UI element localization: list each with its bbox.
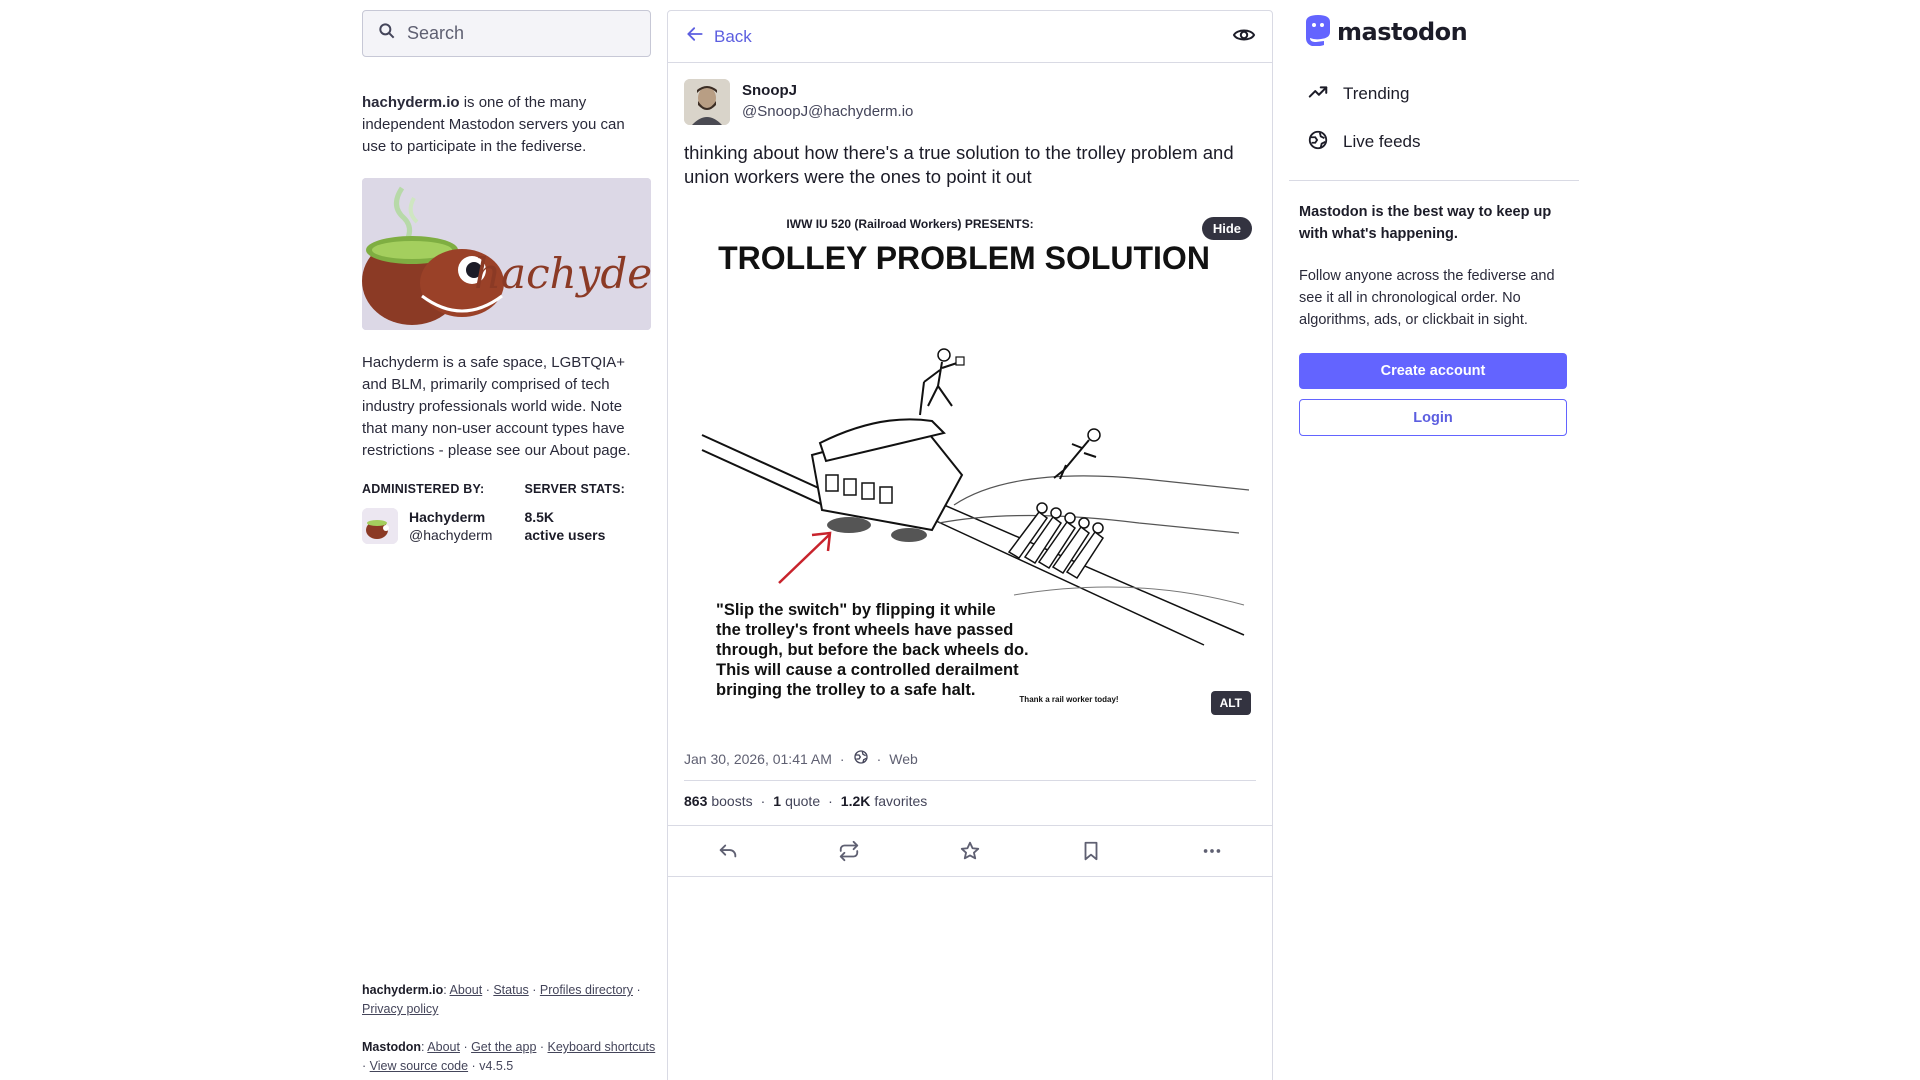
status-application: Web <box>889 750 918 767</box>
back-button[interactable]: Back <box>685 24 752 49</box>
quotes-label: quote <box>785 793 821 809</box>
server-info: ADMINISTERED BY: Hachyderm @hachyderm SE… <box>362 482 651 544</box>
footer-about-link[interactable]: About <box>450 983 483 997</box>
nav-item-live-feeds[interactable]: Live feeds <box>1289 118 1579 166</box>
star-icon[interactable] <box>950 831 990 871</box>
trending-icon <box>1307 81 1329 108</box>
column-header: Back <box>668 11 1272 63</box>
reply-icon[interactable] <box>708 831 748 871</box>
quotes-count: 1 <box>773 793 782 809</box>
mastodon-wordmark: mastodon <box>1337 18 1468 46</box>
status-detail: SnoopJ @SnoopJ@hachyderm.io thinking abo… <box>668 63 1272 877</box>
back-arrow-icon <box>685 24 705 49</box>
media-pretitle: IWW IU 520 (Railroad Workers) PRESENTS: <box>786 217 1033 231</box>
mastodon-logo-icon <box>1303 14 1333 50</box>
boost-icon[interactable] <box>829 831 869 871</box>
media-title: TROLLEY PROBLEM SOLUTION <box>718 240 1210 276</box>
footer-status-link[interactable]: Status <box>493 983 528 997</box>
administered-by-label: ADMINISTERED BY: <box>362 482 485 496</box>
promo-title: Mastodon is the best way to keep up with… <box>1299 204 1552 242</box>
back-label: Back <box>714 26 752 46</box>
mastodon-logo[interactable]: mastodon <box>1289 10 1579 54</box>
status-action-bar <box>668 825 1272 877</box>
footer-get-app-link[interactable]: Get the app <box>471 1040 536 1054</box>
trolley-comic-image: IWW IU 520 (Railroad Workers) PRESENTS: … <box>684 205 1258 727</box>
media-caption-line: through, but before the back wheels do. <box>716 641 1029 659</box>
banner-wordmark: hachyderm <box>474 249 651 298</box>
footer: hachyderm.io: About · Status · Profiles … <box>362 981 662 1076</box>
favorites-count-link[interactable]: 1.2K favorites <box>841 793 928 809</box>
boosts-count: 863 <box>684 793 708 809</box>
nav-trending-label: Trending <box>1343 84 1410 103</box>
search-icon <box>377 21 397 46</box>
meta-separator: · <box>839 750 845 767</box>
administered-by: ADMINISTERED BY: Hachyderm @hachyderm <box>362 482 492 544</box>
nav-item-trending[interactable]: Trending <box>1289 70 1579 118</box>
signup-promo: Mastodon is the best way to keep up with… <box>1289 181 1579 436</box>
search-input[interactable]: Search <box>407 23 464 44</box>
globe-icon <box>1307 129 1329 156</box>
promo-text: Follow anyone across the fediverse and s… <box>1299 268 1555 328</box>
counts-separator: · <box>760 793 766 809</box>
avatar[interactable] <box>684 79 730 125</box>
footer-view-source-link[interactable]: View source code <box>370 1059 468 1073</box>
quotes-count-link[interactable]: 1 quote <box>773 793 820 809</box>
counts-separator: · <box>828 793 833 809</box>
active-users-label: active users <box>524 527 606 543</box>
nav-live-feeds-label: Live feeds <box>1343 132 1421 151</box>
footer-version: v4.5.5 <box>479 1059 514 1073</box>
alt-text-button[interactable]: ALT <box>1210 691 1251 715</box>
globe-icon <box>853 749 869 768</box>
eye-icon[interactable] <box>1232 23 1256 51</box>
login-button[interactable]: Login <box>1299 399 1567 436</box>
footer-server-label: hachyderm.io <box>362 983 444 997</box>
boosts-label: boosts <box>711 793 753 809</box>
navigation: Trending Live feeds <box>1289 70 1579 166</box>
status-column: Back SnoopJ @SnoopJ@hachyderm.io thinkin… <box>667 10 1273 1080</box>
avatar[interactable] <box>362 508 398 544</box>
footer-privacy-policy-link[interactable]: Privacy policy <box>362 1002 438 1016</box>
footer-profiles-directory-link[interactable]: Profiles directory <box>540 983 633 997</box>
bookmark-icon[interactable] <box>1071 831 1111 871</box>
right-sidebar: mastodon Trending Live feeds Mastodon is… <box>1289 10 1579 436</box>
active-users-count: 8.5K <box>524 509 555 525</box>
favorites-count: 1.2K <box>840 793 871 809</box>
media-caption-line: "Slip the switch" by flipping it while <box>716 601 996 619</box>
footer-mastodon-about-link[interactable]: About <box>427 1040 460 1054</box>
status-meta: Jan 30, 2026, 01:41 AM · · Web <box>684 749 1256 781</box>
admin-account[interactable]: Hachyderm @hachyderm <box>362 508 492 544</box>
mastodon-links: Mastodon: About · Get the app · Keyboard… <box>362 1040 656 1073</box>
author-handle: @SnoopJ@hachyderm.io <box>742 103 914 120</box>
search-box[interactable]: Search <box>362 10 651 57</box>
footer-keyboard-shortcuts-link[interactable]: Keyboard shortcuts <box>548 1040 656 1054</box>
media-attachment[interactable]: IWW IU 520 (Railroad Workers) PRESENTS: … <box>684 205 1258 727</box>
media-caption-line: bringing the trolley to a safe halt. <box>716 681 975 699</box>
server-domain: hachyderm.io <box>362 94 460 111</box>
server-about: hachyderm.io is one of the many independ… <box>362 92 651 158</box>
left-sidebar: Search hachyderm.io is one of the many i… <box>362 10 651 544</box>
server-links: hachyderm.io: About · Status · Profiles … <box>362 983 641 1016</box>
more-icon[interactable] <box>1192 831 1232 871</box>
footer-mastodon-label: Mastodon <box>362 1040 422 1054</box>
media-thanks: Thank a rail worker today! <box>1019 695 1118 704</box>
boosts-count-link[interactable]: 863 boosts <box>684 793 753 809</box>
media-caption-line: the trolley's front wheels have passed <box>716 621 1013 639</box>
server-description: Hachyderm is a safe space, LGBTQIA+ and … <box>362 354 631 459</box>
status-content: thinking about how there's a true soluti… <box>684 142 1234 187</box>
admin-name[interactable]: Hachyderm <box>409 508 492 526</box>
server-stats-label: SERVER STATS: <box>524 482 625 496</box>
hide-media-button[interactable]: Hide <box>1201 217 1252 240</box>
status-author[interactable]: SnoopJ @SnoopJ@hachyderm.io <box>684 79 1256 125</box>
server-banner: hachyderm <box>362 178 651 330</box>
author-display-name[interactable]: SnoopJ <box>742 81 913 101</box>
create-account-button[interactable]: Create account <box>1299 353 1567 389</box>
media-caption-line: This will cause a controlled derailment <box>716 661 1019 679</box>
favorites-label: favorites <box>874 793 928 809</box>
server-stats: SERVER STATS: 8.5K active users <box>524 482 625 544</box>
status-timestamp[interactable]: Jan 30, 2026, 01:41 AM <box>684 751 832 767</box>
admin-handle: @hachyderm <box>409 527 493 543</box>
meta-separator: · <box>876 750 882 767</box>
status-counts: 863 boosts · 1 quote · 1.2K favorites <box>684 781 1256 825</box>
